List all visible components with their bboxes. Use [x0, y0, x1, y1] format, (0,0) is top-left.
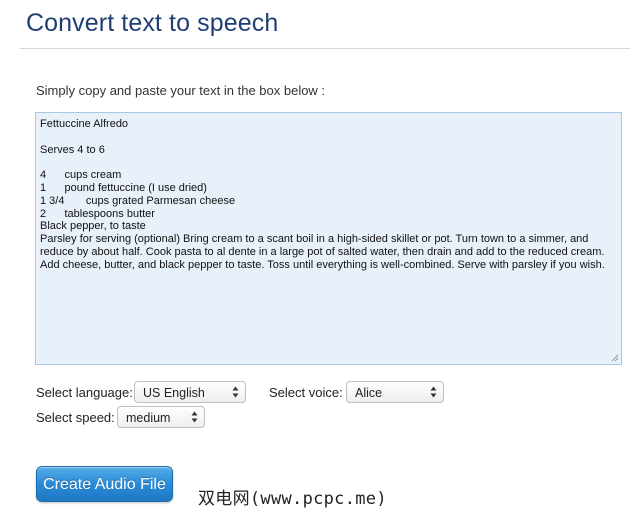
text-input-content[interactable]: Fettuccine Alfredo Serves 4 to 6 4 cups … — [40, 118, 615, 272]
resize-grip-icon[interactable] — [611, 354, 619, 362]
language-select-value: US English — [143, 386, 205, 400]
language-select[interactable]: US English — [134, 381, 246, 403]
instructions-text: Simply copy and paste your text in the b… — [36, 83, 326, 98]
speed-label: Select speed: — [36, 410, 115, 425]
text-input-area[interactable]: Fettuccine Alfredo Serves 4 to 6 4 cups … — [35, 112, 622, 365]
create-audio-file-button[interactable]: Create Audio File — [36, 466, 173, 502]
title-divider — [20, 48, 630, 49]
select-arrows-icon — [191, 411, 198, 423]
voice-label: Select voice: — [269, 385, 343, 400]
voice-select-value: Alice — [355, 386, 383, 400]
voice-select[interactable]: Alice — [346, 381, 444, 403]
select-arrows-icon — [430, 386, 437, 398]
language-label: Select language: — [36, 385, 133, 400]
speed-select[interactable]: medium — [117, 406, 205, 428]
page-title: Convert text to speech — [26, 9, 279, 37]
speed-select-value: medium — [126, 411, 171, 425]
select-arrows-icon — [232, 386, 239, 398]
watermark-text: 双电网(www.pcpc.me) — [198, 489, 387, 509]
